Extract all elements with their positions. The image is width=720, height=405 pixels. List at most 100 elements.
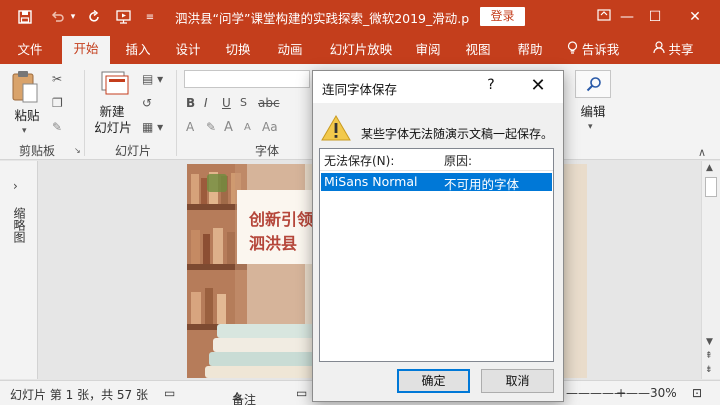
change-case-icon[interactable]: Aa xyxy=(262,120,278,134)
undo-icon[interactable] xyxy=(48,6,68,28)
tell-me-label: 告诉我 xyxy=(581,42,620,57)
save-fonts-dialog: 连同字体保存 ? ✕ 某些字体无法随演示文稿一起保存。 无法保存(N): 原因:… xyxy=(312,70,564,402)
start-from-beginning-icon[interactable] xyxy=(112,6,136,28)
undo-dropdown-icon[interactable]: ▾ xyxy=(68,6,78,28)
tell-me[interactable]: 告诉我 xyxy=(562,40,624,64)
tab-home[interactable]: 开始 xyxy=(62,36,110,64)
tab-view[interactable]: 视图 xyxy=(458,40,498,64)
reset-icon[interactable]: ↺ xyxy=(142,96,152,110)
scroll-down-icon[interactable]: ▼ xyxy=(706,337,713,347)
dialog-title-bar: 连同字体保存 ? ✕ xyxy=(313,71,563,103)
login-button[interactable]: 登录 xyxy=(480,7,525,26)
font-name-cell: MiSans Normal xyxy=(324,174,418,189)
italic-icon[interactable]: I xyxy=(204,96,208,110)
copy-icon[interactable]: ❐ xyxy=(52,96,63,110)
find-button[interactable] xyxy=(575,70,611,98)
scrollbar-thumb[interactable] xyxy=(705,177,717,197)
tab-file[interactable]: 文件 xyxy=(8,40,52,64)
new-slide-label-1: 新建 xyxy=(99,104,125,119)
tab-help[interactable]: 帮助 xyxy=(508,40,552,64)
column-font: 无法保存(N): xyxy=(324,154,395,168)
tab-transitions[interactable]: 切换 xyxy=(218,40,258,64)
fit-to-window-icon[interactable]: ⊡ xyxy=(692,386,702,400)
tab-insert[interactable]: 插入 xyxy=(118,40,158,64)
edit-label[interactable]: 编辑 xyxy=(575,104,611,120)
document-title: 泗洪县“问学”课堂构建的实践探索_微软2019_滑动.p... xyxy=(175,11,470,26)
bold-icon[interactable]: B xyxy=(186,96,195,110)
column-reason: 原因: xyxy=(444,154,473,168)
slides-group-label: 幻灯片 xyxy=(114,144,151,158)
dialog-close-button[interactable]: ✕ xyxy=(527,75,549,96)
font-name-box[interactable] xyxy=(184,70,310,88)
notes-label: 备注 xyxy=(232,393,257,405)
paste-button[interactable]: 粘贴 ▾ xyxy=(10,70,44,136)
comments-icon[interactable]: ▭ xyxy=(296,386,307,400)
underline-icon[interactable]: U xyxy=(222,96,231,110)
section-icon[interactable]: ▦ ▾ xyxy=(142,120,163,134)
person-icon xyxy=(652,40,665,60)
new-slide-icon xyxy=(100,70,138,101)
customize-qat-icon[interactable]: ≡ xyxy=(142,6,158,28)
dialog-title: 连同字体保存 xyxy=(322,82,398,97)
font-color-icon[interactable]: A xyxy=(186,120,194,134)
slide-title-line1: 创新引领 xyxy=(249,210,314,229)
decrease-font-label: A xyxy=(244,122,251,133)
list-item[interactable]: MiSans Normal 不可用的字体 xyxy=(321,173,552,192)
increase-font-label: A xyxy=(224,120,233,135)
share-label: 共享 xyxy=(668,42,694,57)
ribbon-tabs: 文件 开始 插入 设计 切换 动画 幻灯片放映 审阅 视图 帮助 告诉我 共享 xyxy=(0,34,720,64)
clipboard-icon xyxy=(10,70,44,107)
clipboard-launcher-icon[interactable]: ↘ xyxy=(74,146,81,155)
scroll-up-icon[interactable]: ▲ xyxy=(706,163,713,173)
cut-icon[interactable]: ✂ xyxy=(52,72,62,86)
strikethrough-icon[interactable]: abc xyxy=(258,96,280,110)
tab-slideshow[interactable]: 幻灯片放映 xyxy=(322,40,400,64)
ok-button[interactable]: 确定 xyxy=(397,369,470,393)
dialog-message: 某些字体无法随演示文稿一起保存。 xyxy=(361,127,554,141)
tab-design[interactable]: 设计 xyxy=(168,40,208,64)
font-group-label: 字体 xyxy=(254,144,279,158)
new-slide-button[interactable]: 新建 幻灯片 xyxy=(92,70,138,135)
collapse-ribbon-icon[interactable]: ∧ xyxy=(698,146,706,159)
zoom-in-icon[interactable]: + xyxy=(616,386,626,400)
warning-icon xyxy=(321,115,351,144)
dialog-help-button[interactable]: ? xyxy=(481,77,501,93)
highlight-icon[interactable]: ✎ xyxy=(206,120,216,134)
vertical-scrollbar[interactable]: ▲ ▼ ⇞ ⇟ xyxy=(701,161,720,379)
unsaveable-fonts-list[interactable]: 无法保存(N): 原因: MiSans Normal 不可用的字体 xyxy=(319,148,554,362)
tab-animations[interactable]: 动画 xyxy=(268,40,312,64)
group-divider xyxy=(84,70,85,156)
title-bar: ▾ ≡ 泗洪县“问学”课堂构建的实践探索_微软2019_滑动.p... 登录 —… xyxy=(0,0,720,34)
paste-dropdown-icon: ▾ xyxy=(22,126,27,136)
powerpoint-window: ▾ ≡ 泗洪县“问学”课堂构建的实践探索_微软2019_滑动.p... 登录 —… xyxy=(0,0,720,405)
previous-slide-icon[interactable]: ⇞ xyxy=(705,351,713,361)
decrease-font-icon[interactable]: A xyxy=(244,122,251,133)
magnifier-icon xyxy=(586,76,610,95)
zoom-slider-track[interactable]: ——————— xyxy=(566,386,650,400)
save-icon[interactable] xyxy=(14,6,36,28)
next-slide-icon[interactable]: ⇟ xyxy=(705,365,713,375)
shadow-icon[interactable]: S xyxy=(240,96,247,109)
slide-title-line2: 泗洪县 xyxy=(249,234,298,253)
thumbnail-pane-label[interactable]: 缩略图 xyxy=(12,207,26,243)
thumbnail-pane: › 缩略图 xyxy=(0,161,38,379)
tab-review[interactable]: 审阅 xyxy=(408,40,448,64)
close-button[interactable]: ✕ xyxy=(672,3,718,31)
cancel-button[interactable]: 取消 xyxy=(481,369,554,393)
format-painter-icon[interactable]: ✎ xyxy=(52,120,62,134)
list-header: 无法保存(N): 原因: xyxy=(320,149,553,171)
lightbulb-icon xyxy=(567,40,578,60)
paste-label: 粘贴 xyxy=(14,108,40,123)
expand-pane-icon[interactable]: › xyxy=(13,179,18,193)
font-color-label: A xyxy=(186,120,195,134)
repeat-icon[interactable] xyxy=(84,6,104,28)
reason-cell: 不可用的字体 xyxy=(444,177,520,192)
spellcheck-icon[interactable]: ▭ xyxy=(164,386,175,400)
edit-dropdown-icon[interactable]: ▾ xyxy=(588,122,593,132)
clipboard-group-label: 剪贴板 xyxy=(18,144,55,158)
zoom-level[interactable]: 30% xyxy=(650,386,677,400)
layout-icon[interactable]: ▤ ▾ xyxy=(142,72,163,86)
group-divider xyxy=(176,70,177,156)
increase-font-icon[interactable]: A xyxy=(224,120,233,135)
share-button[interactable]: 共享 xyxy=(648,40,698,64)
